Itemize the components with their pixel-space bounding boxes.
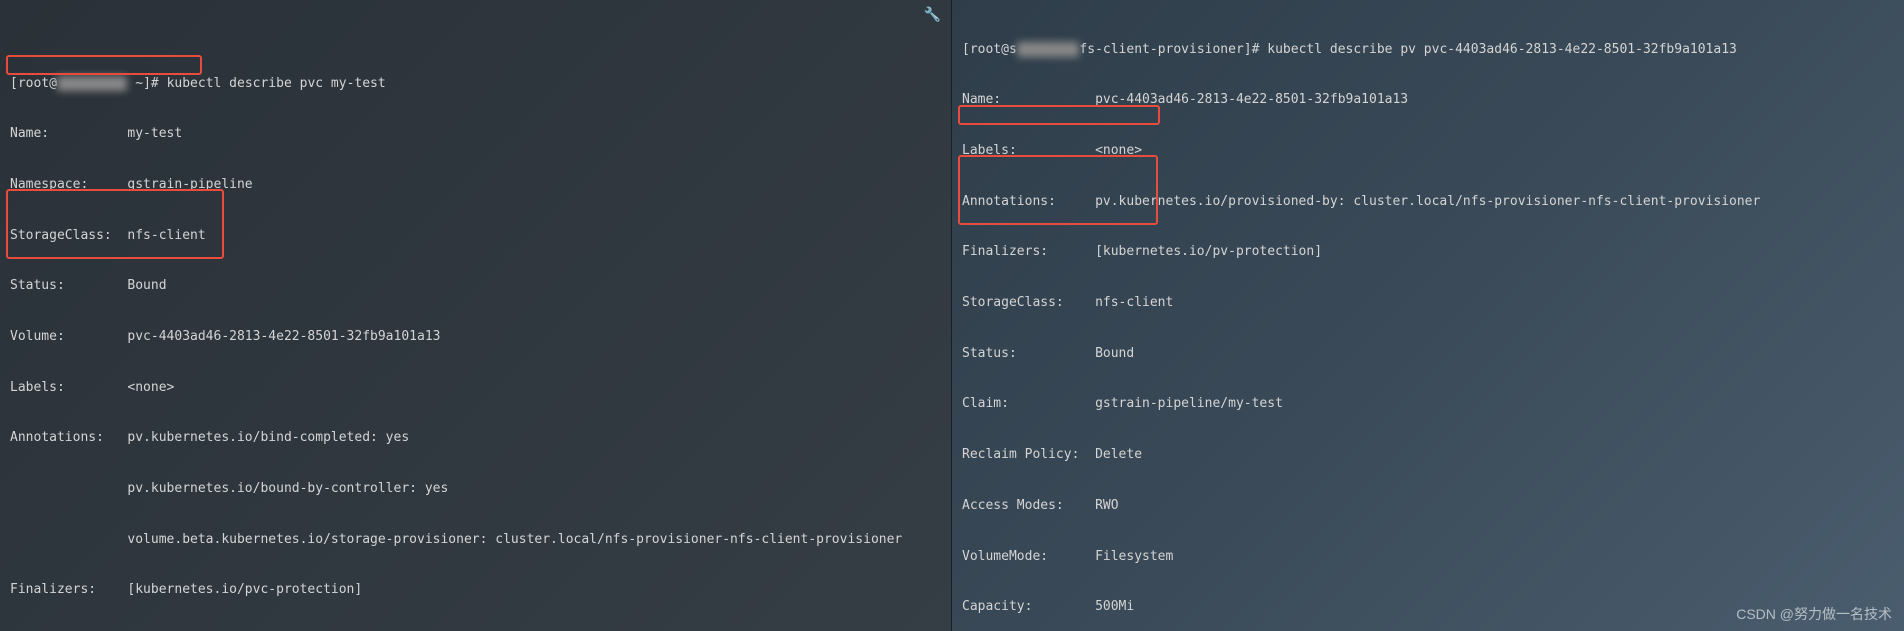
field-status: Status: Bound [962, 346, 1894, 363]
terminal-pane-left[interactable]: 🔧 [root@xxxxxxxxx ~]# kubectl describe p… [0, 0, 952, 631]
field-volumemode: VolumeMode: Filesystem [962, 549, 1894, 566]
field-annotations: Annotations: pv.kubernetes.io/provisione… [962, 194, 1894, 211]
watermark: CSDN @努力做一名技术 [1736, 605, 1892, 623]
command-line: [root@xxxxxxxxx ~]# kubectl describe pvc… [10, 76, 941, 93]
blurred-host: xxxxxxxxx [57, 76, 127, 91]
field-labels: Labels: <none> [10, 380, 941, 397]
field-reclaim: Reclaim Policy: Delete [962, 447, 1894, 464]
field-name: Name: pvc-4403ad46-2813-4e22-8501-32fb9a… [962, 92, 1894, 109]
blurred-host: xxxxxxxx [1017, 42, 1080, 57]
highlight-storageclass-left [6, 55, 202, 75]
field-claim: Claim: gstrain-pipeline/my-test [962, 396, 1894, 413]
terminal-pane-right[interactable]: [root@sxxxxxxxxfs-client-provisioner]# k… [952, 0, 1904, 631]
field-labels: Labels: <none> [962, 143, 1894, 160]
field-accessmodes: Access Modes: RWO [962, 498, 1894, 515]
field-finalizers: Finalizers: [kubernetes.io/pvc-protectio… [10, 582, 941, 599]
field-storageclass: StorageClass: nfs-client [962, 295, 1894, 312]
field-volume: Volume: pvc-4403ad46-2813-4e22-8501-32fb… [10, 329, 941, 346]
highlight-capacity-block-left [6, 189, 224, 259]
field-storageclass: StorageClass: nfs-client [10, 228, 941, 245]
highlight-capacity-block-right [958, 155, 1158, 225]
wrench-icon[interactable]: 🔧 [924, 6, 941, 24]
field-status: Status: Bound [10, 278, 941, 295]
field-annotations: Annotations: pv.kubernetes.io/bind-compl… [10, 430, 941, 447]
field-annotations-2: pv.kubernetes.io/bound-by-controller: ye… [10, 481, 941, 498]
field-name: Name: my-test [10, 126, 941, 143]
command-line: [root@sxxxxxxxxfs-client-provisioner]# k… [962, 42, 1894, 59]
field-namespace: Namespace: gstrain-pipeline [10, 177, 941, 194]
field-finalizers: Finalizers: [kubernetes.io/pv-protection… [962, 244, 1894, 261]
field-annotations-3: volume.beta.kubernetes.io/storage-provis… [10, 532, 941, 549]
